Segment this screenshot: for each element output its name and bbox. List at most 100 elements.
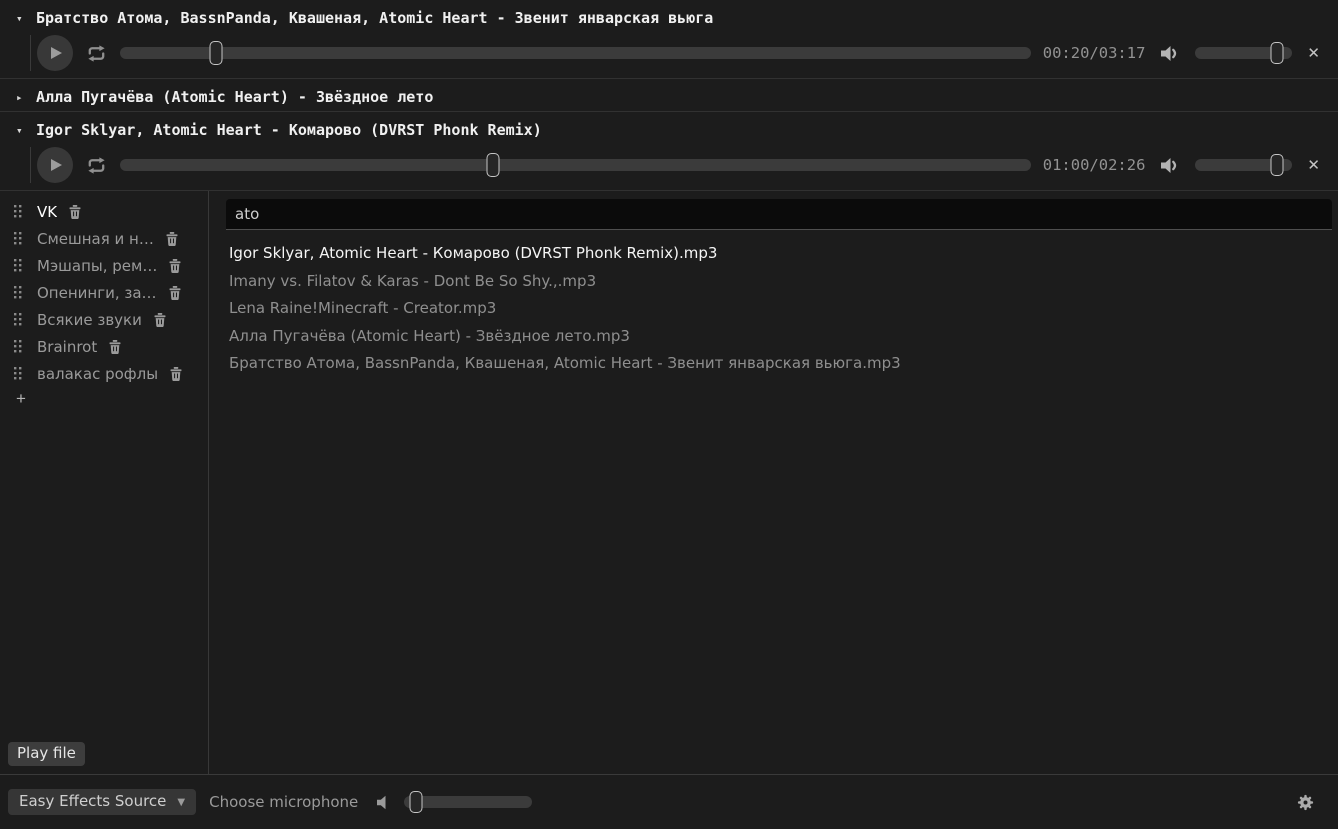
drag-handle-icon[interactable] <box>14 232 22 245</box>
muted-speaker-icon <box>376 795 391 810</box>
sidebar-tab[interactable]: VK <box>0 198 208 225</box>
seek-slider[interactable] <box>120 41 1031 65</box>
delete-tab-button[interactable] <box>170 367 182 381</box>
play-file-button[interactable]: Play file <box>8 742 85 766</box>
volume-slider-handle[interactable] <box>1271 42 1284 64</box>
delete-tab-button[interactable] <box>169 286 181 300</box>
repeat-icon <box>85 154 108 177</box>
tab-label: валакас рофлы <box>37 365 158 383</box>
source-selector-dropdown[interactable]: Easy Effects Source ▼ <box>8 789 196 815</box>
play-button[interactable] <box>37 35 73 71</box>
delete-tab-button[interactable] <box>169 259 181 273</box>
track-title-row[interactable]: ▸ Алла Пугачёва (Atomic Heart) - Звёздно… <box>0 79 1338 111</box>
play-icon <box>50 158 63 172</box>
microphone-volume-slider[interactable] <box>404 791 532 813</box>
time-display: 00:20/03:17 <box>1043 44 1146 62</box>
player-controls: 01:00/02:26 ✕ <box>0 144 1338 190</box>
disclosure-icon[interactable]: ▾ <box>16 124 27 137</box>
track-player: ▸ Алла Пугачёва (Atomic Heart) - Звёздно… <box>0 79 1338 112</box>
sidebar-tab[interactable]: Всякие звуки <box>0 306 208 333</box>
repeat-icon <box>85 42 108 65</box>
track-player: ▾ Братство Атома, BassnPanda, Квашеная, … <box>0 0 1338 79</box>
volume-slider[interactable] <box>1195 42 1292 64</box>
file-list-item[interactable]: Igor Sklyar, Atomic Heart - Комарово (DV… <box>229 240 1332 268</box>
track-player: ▾ Igor Sklyar, Atomic Heart - Комарово (… <box>0 112 1338 191</box>
trash-icon <box>109 340 121 354</box>
player-controls: 00:20/03:17 ✕ <box>0 32 1338 78</box>
choose-microphone-label: Choose microphone <box>209 793 358 811</box>
time-display: 01:00/02:26 <box>1043 156 1146 174</box>
player-close-button[interactable]: ✕ <box>1307 158 1320 173</box>
repeat-button[interactable] <box>85 154 108 177</box>
sidebar-tab[interactable]: Мэшапы, рем… <box>0 252 208 279</box>
file-list-item[interactable]: Lena Raine!Minecraft - Creator.mp3 <box>229 295 1332 323</box>
gear-icon <box>1296 793 1315 812</box>
tab-label: Опенинги, за… <box>37 284 157 302</box>
disclosure-icon[interactable]: ▾ <box>16 12 27 25</box>
track-title: Алла Пугачёва (Atomic Heart) - Звёздное … <box>36 88 433 106</box>
indent-guide <box>30 147 31 183</box>
sidebar: VK Смешная и н… <box>0 191 209 774</box>
sidebar-tab[interactable]: Brainrot <box>0 333 208 360</box>
delete-tab-button[interactable] <box>166 232 178 246</box>
seek-slider-track <box>120 159 1031 171</box>
settings-button[interactable] <box>1296 793 1315 812</box>
tab-label: Всякие звуки <box>37 311 142 329</box>
track-title: Igor Sklyar, Atomic Heart - Комарово (DV… <box>36 121 542 139</box>
source-selector-label: Easy Effects Source <box>19 792 166 810</box>
trash-icon <box>169 259 181 273</box>
volume-slider-handle[interactable] <box>1271 154 1284 176</box>
seek-slider[interactable] <box>120 153 1031 177</box>
disclosure-icon[interactable]: ▸ <box>16 91 27 104</box>
close-icon: ✕ <box>1307 44 1320 62</box>
track-title-row[interactable]: ▾ Братство Атома, BassnPanda, Квашеная, … <box>0 0 1338 32</box>
drag-handle-icon[interactable] <box>14 286 22 299</box>
mic-slider-handle[interactable] <box>409 791 422 813</box>
drag-handle-icon[interactable] <box>14 205 22 218</box>
trash-icon <box>166 232 178 246</box>
delete-tab-button[interactable] <box>154 313 166 327</box>
seek-slider-handle[interactable] <box>487 153 500 177</box>
drag-handle-icon[interactable] <box>14 340 22 353</box>
file-list-item[interactable]: Братство Атома, BassnPanda, Квашеная, At… <box>229 350 1332 378</box>
trash-icon <box>154 313 166 327</box>
delete-tab-button[interactable] <box>69 205 81 219</box>
delete-tab-button[interactable] <box>109 340 121 354</box>
seek-slider-track <box>120 47 1031 59</box>
trash-icon <box>170 367 182 381</box>
drag-handle-icon[interactable] <box>14 367 22 380</box>
track-title-row[interactable]: ▾ Igor Sklyar, Atomic Heart - Комарово (… <box>0 112 1338 144</box>
mic-slider-track <box>404 796 532 808</box>
tab-label: Brainrot <box>37 338 97 356</box>
tab-label: Мэшапы, рем… <box>37 257 157 275</box>
trash-icon <box>169 286 181 300</box>
seek-slider-handle[interactable] <box>209 41 222 65</box>
trash-icon <box>69 205 81 219</box>
chevron-down-icon: ▼ <box>177 795 185 808</box>
play-button[interactable] <box>37 147 73 183</box>
drag-handle-icon[interactable] <box>14 259 22 272</box>
sidebar-tab[interactable]: валакас рофлы <box>0 360 208 387</box>
drag-handle-icon[interactable] <box>14 313 22 326</box>
repeat-button[interactable] <box>85 42 108 65</box>
volume-icon <box>1160 157 1179 174</box>
file-list-item[interactable]: Алла Пугачёва (Atomic Heart) - Звёздное … <box>229 323 1332 351</box>
volume-icon <box>1160 45 1179 62</box>
players-section: ▾ Братство Атома, BassnPanda, Квашеная, … <box>0 0 1338 191</box>
tab-list: VK Смешная и н… <box>0 198 208 387</box>
main-panel: Igor Sklyar, Atomic Heart - Комарово (DV… <box>209 191 1338 774</box>
sidebar-tab[interactable]: Смешная и н… <box>0 225 208 252</box>
file-list: Igor Sklyar, Atomic Heart - Комарово (DV… <box>226 240 1332 378</box>
player-close-button[interactable]: ✕ <box>1307 46 1320 61</box>
volume-slider[interactable] <box>1195 154 1292 176</box>
tab-label: Смешная и н… <box>37 230 154 248</box>
tab-label: VK <box>37 203 57 221</box>
search-input[interactable] <box>226 199 1332 230</box>
play-icon <box>50 46 63 60</box>
sidebar-tab[interactable]: Опенинги, за… <box>0 279 208 306</box>
file-list-item[interactable]: Imany vs. Filatov & Karas - Dont Be So S… <box>229 268 1332 296</box>
track-title: Братство Атома, BassnPanda, Квашеная, At… <box>36 9 713 27</box>
add-tab-button[interactable]: + <box>0 387 26 409</box>
content-area: VK Смешная и н… <box>0 191 1338 775</box>
bottom-bar: Easy Effects Source ▼ Choose microphone <box>0 775 1338 829</box>
